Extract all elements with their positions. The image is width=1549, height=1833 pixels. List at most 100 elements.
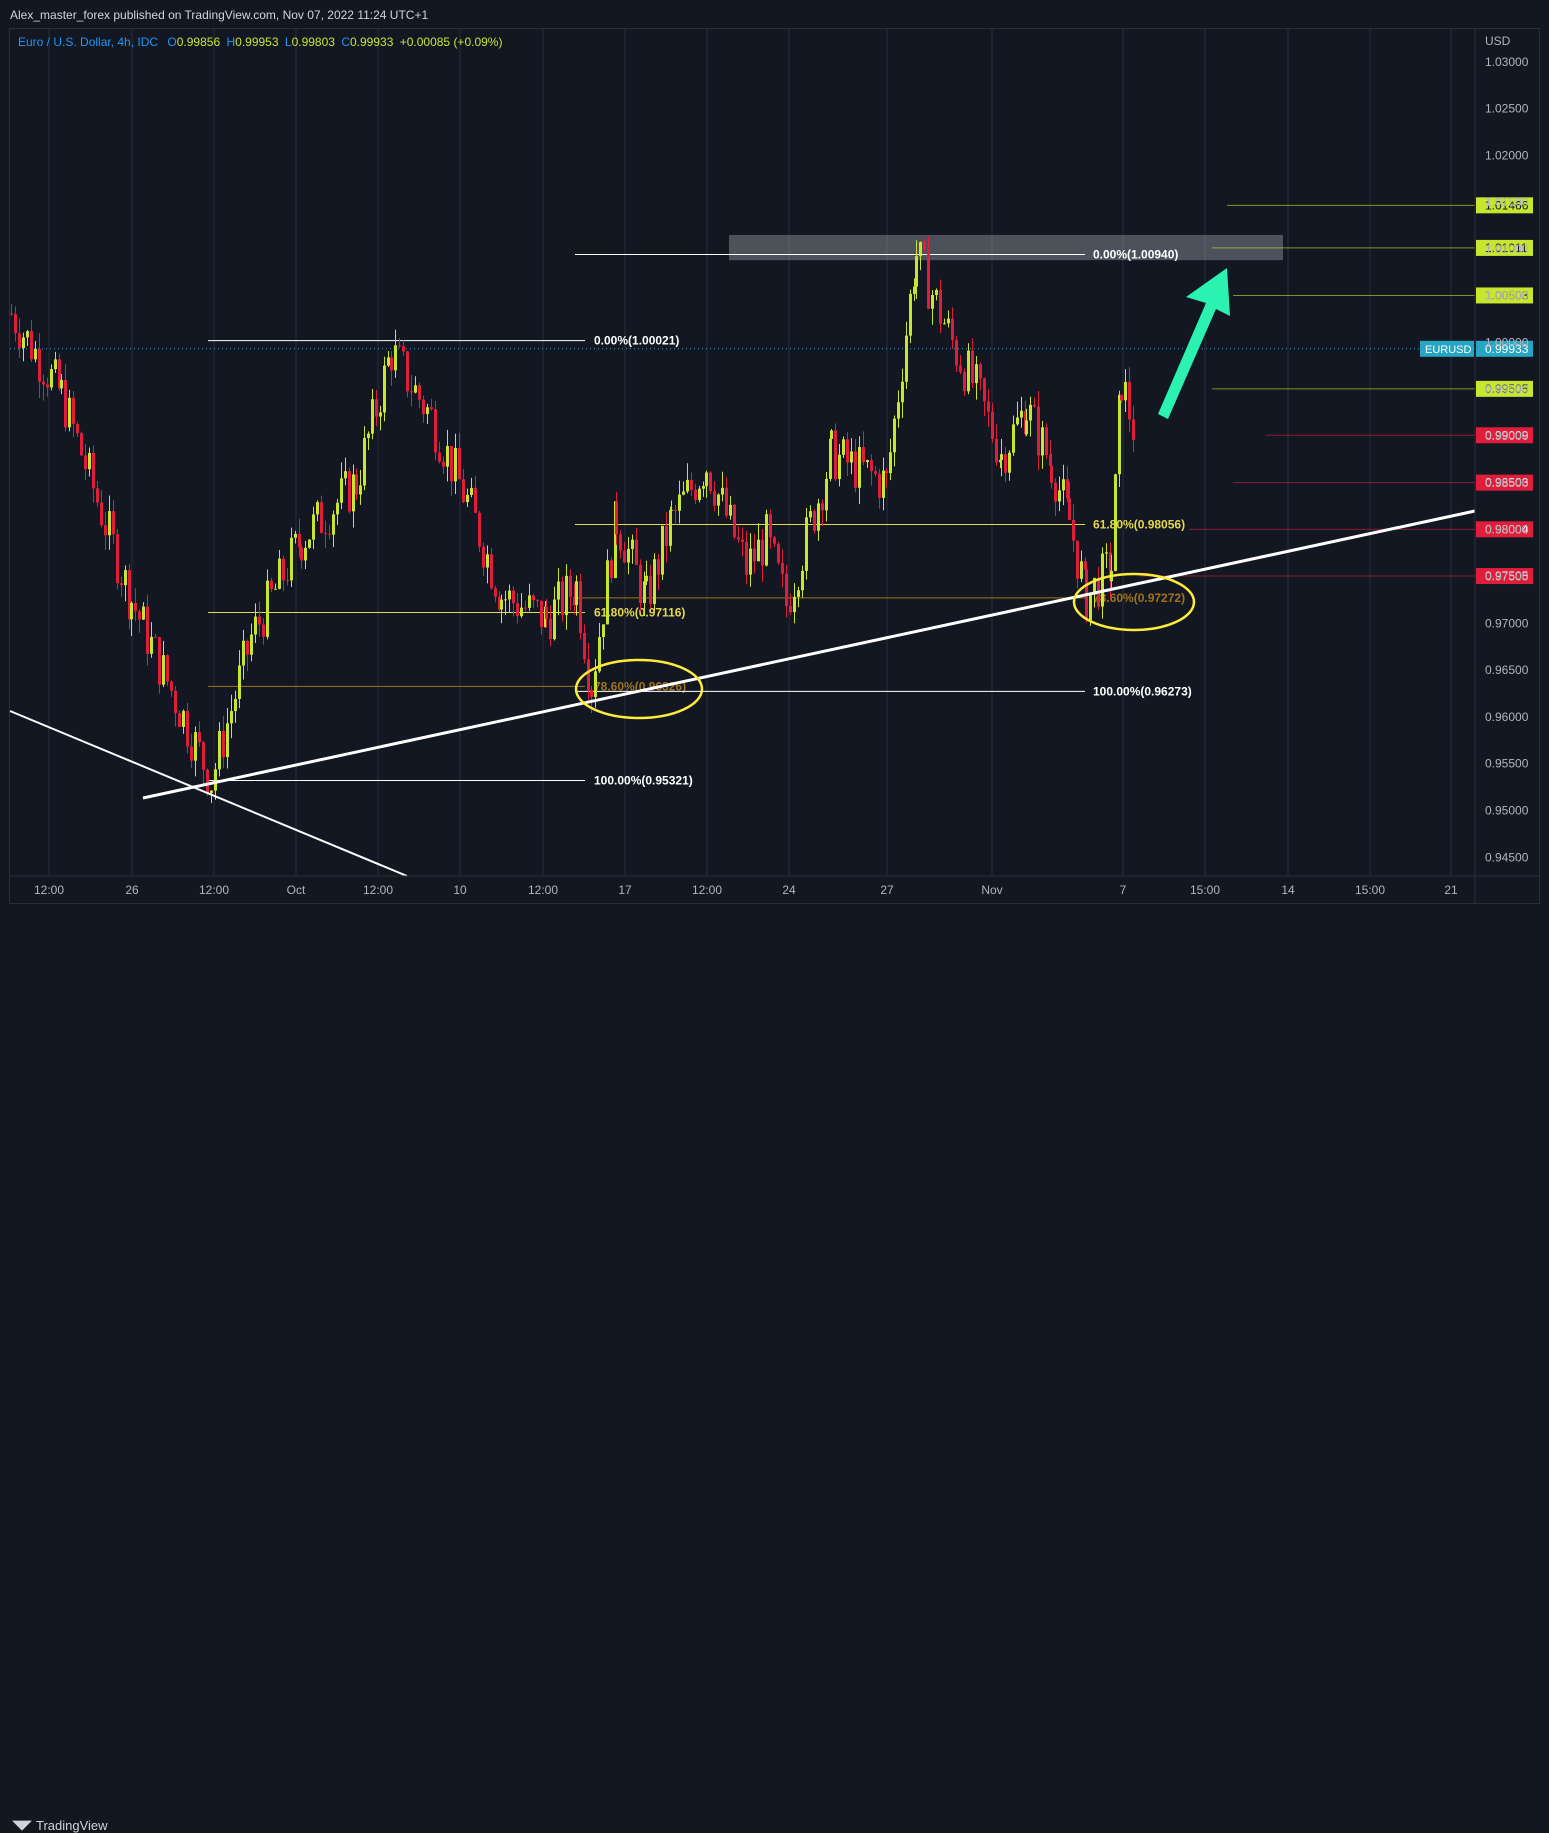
candle-body — [801, 570, 804, 591]
candle-body — [838, 454, 841, 480]
candle-body — [516, 603, 519, 617]
candle-body — [238, 665, 241, 699]
price-tick-label: 0.97000 — [1485, 616, 1529, 630]
candle-body — [72, 397, 75, 425]
candle-body — [336, 502, 339, 515]
candle-body — [870, 460, 873, 472]
candle-body — [166, 655, 169, 682]
change-value: +0.00085 (+0.09%) — [399, 35, 503, 49]
candle-body — [1072, 519, 1075, 541]
symbol-title[interactable]: Euro / U.S. Dollar, 4h, IDC — [18, 35, 158, 49]
candle-body — [430, 407, 433, 410]
candle-body — [959, 365, 962, 372]
candle-body — [242, 640, 245, 666]
candle-body — [858, 446, 861, 488]
price-tick-label: 1.01500 — [1485, 195, 1529, 209]
candle-body — [466, 494, 469, 503]
candle-body — [254, 616, 257, 635]
candle-body — [686, 479, 689, 492]
candle-body — [130, 602, 133, 620]
time-tick-label: 24 — [782, 883, 796, 897]
candle-body — [991, 411, 994, 439]
candle-body — [524, 607, 527, 609]
candle-body — [983, 378, 986, 402]
candle-body — [332, 514, 335, 535]
candle-body — [344, 471, 347, 479]
ohlc-legend: Euro / U.S. Dollar, 4h, IDC O0.99856 H0.… — [18, 35, 502, 49]
candle-body — [979, 364, 982, 379]
candle-body — [631, 539, 634, 549]
candle-body — [18, 333, 21, 349]
candle-body — [639, 564, 642, 604]
candle-body — [418, 385, 421, 400]
candle-body — [882, 470, 885, 498]
candle-body — [1029, 404, 1032, 421]
candle-body — [813, 511, 816, 531]
candle-body — [1066, 479, 1069, 499]
candle-body — [422, 399, 425, 415]
tradingview-logo[interactable]: ◥◤ TradingView — [12, 1817, 108, 1833]
candle-body — [96, 488, 99, 503]
candle-body — [862, 446, 865, 463]
candle-body — [665, 525, 668, 546]
time-tick-label: 7 — [1120, 883, 1127, 897]
candle-body — [781, 562, 784, 574]
price-chart-svg[interactable]: 0.00%(1.00021)61.80%(0.97116)78.60%(0.96… — [0, 0, 1549, 939]
candle-body — [842, 439, 845, 455]
candle-body — [885, 470, 888, 474]
candle-body — [653, 559, 656, 604]
candle-body — [1004, 454, 1007, 473]
candle-body — [222, 730, 225, 758]
candle-body — [64, 379, 67, 428]
candle-body — [194, 732, 197, 761]
candle-body — [1128, 381, 1131, 420]
candle-body — [478, 512, 481, 547]
candle-body — [226, 723, 229, 758]
candle-body — [80, 433, 83, 456]
candle-body — [138, 611, 141, 620]
candle-body — [834, 430, 837, 480]
candle-body — [737, 537, 740, 540]
candle-body — [817, 503, 820, 531]
candle-body — [627, 548, 630, 563]
candle-body — [878, 473, 881, 498]
candle-body — [713, 491, 716, 506]
candle-body — [557, 581, 560, 600]
price-tick-label: 0.94500 — [1485, 850, 1529, 864]
candle-body — [995, 438, 998, 463]
candle-body — [1058, 490, 1061, 502]
candle-body — [142, 606, 145, 620]
candle-body — [923, 242, 926, 250]
price-tick-label: 0.98000 — [1485, 523, 1529, 537]
candle-body — [645, 575, 648, 582]
high-label: H — [226, 35, 236, 49]
candle-body — [661, 525, 664, 575]
candle-body — [282, 558, 285, 581]
time-tick-label: Oct — [287, 883, 306, 897]
candle-body — [773, 537, 776, 544]
candle-body — [1068, 498, 1071, 520]
time-tick-label: 12:00 — [692, 883, 722, 897]
candle-body — [935, 290, 938, 296]
candle-body — [777, 543, 780, 563]
candle-body — [512, 590, 515, 604]
candle-body — [458, 448, 461, 480]
tradingview-logo-icon: ◥◤ — [12, 1817, 32, 1832]
time-tick-label: 15:00 — [1190, 883, 1220, 897]
currency-label: USD — [1485, 34, 1511, 48]
candle-body — [1101, 553, 1104, 607]
candle-body — [394, 345, 397, 371]
candle-body — [670, 509, 673, 511]
candle-body — [390, 357, 393, 371]
fib-level-label: 0.00%(1.00021) — [594, 334, 679, 348]
candle-body — [830, 430, 833, 439]
time-tick-label: 26 — [125, 883, 139, 897]
candle-body — [619, 534, 622, 551]
candle-body — [508, 590, 511, 600]
candle-body — [375, 399, 378, 417]
low-value: 0.99803 — [291, 35, 335, 49]
price-tick-label: 0.99500 — [1485, 382, 1529, 396]
candle-body — [398, 345, 401, 347]
candle-body — [540, 600, 543, 628]
candle-body — [26, 331, 29, 338]
